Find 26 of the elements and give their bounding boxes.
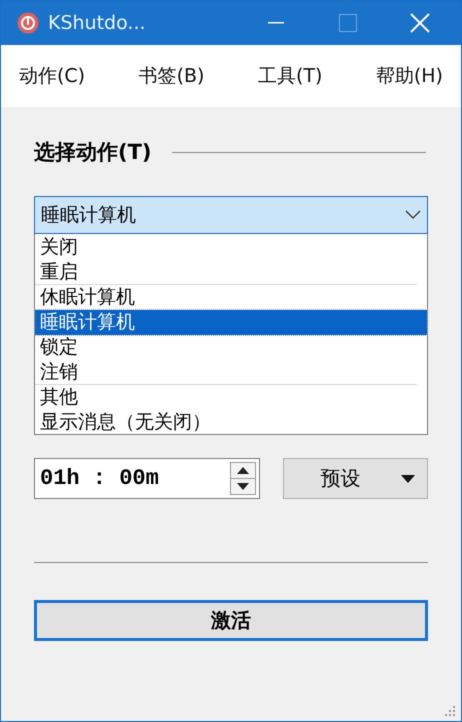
time-input[interactable]: 01h : 00m — [40, 466, 220, 491]
action-dropdown[interactable]: 睡眠计算机 — [34, 196, 428, 234]
dropdown-option[interactable]: 重启 — [35, 260, 417, 285]
dropdown-option[interactable]: 其他 — [35, 385, 427, 410]
dropdown-option[interactable]: 显示消息（无关闭） — [35, 410, 427, 435]
preset-button[interactable]: 预设 — [283, 458, 428, 499]
dropdown-option[interactable]: 休眠计算机 — [35, 285, 427, 310]
dropdown-option[interactable]: 关闭 — [35, 235, 427, 260]
dropdown-option[interactable]: 睡眠计算机 — [35, 310, 427, 335]
spin-buttons-icon[interactable] — [230, 462, 256, 495]
menu-item[interactable]: 动作(C) — [19, 61, 86, 91]
activate-button[interactable]: 激活 — [34, 600, 428, 641]
section-title: 选择动作(T) — [34, 139, 152, 166]
menu-item[interactable]: 帮助(H) — [376, 61, 443, 91]
menu-item[interactable]: 书签(B) — [138, 61, 204, 91]
dropdown-option[interactable]: 注销 — [35, 360, 417, 385]
caret-icon — [400, 474, 414, 482]
power-icon — [17, 12, 39, 34]
resize-grip-icon[interactable] — [445, 706, 455, 716]
window-title: KShutdo... — [48, 12, 146, 34]
dropdown-option[interactable]: 锁定 — [35, 335, 427, 360]
menu-item[interactable]: 工具(T) — [258, 61, 322, 91]
chevron-down-icon — [405, 210, 421, 220]
close-icon[interactable] — [410, 13, 430, 33]
minimize-icon[interactable] — [268, 22, 284, 24]
time-spinbox[interactable]: 01h : 00m — [34, 458, 260, 499]
